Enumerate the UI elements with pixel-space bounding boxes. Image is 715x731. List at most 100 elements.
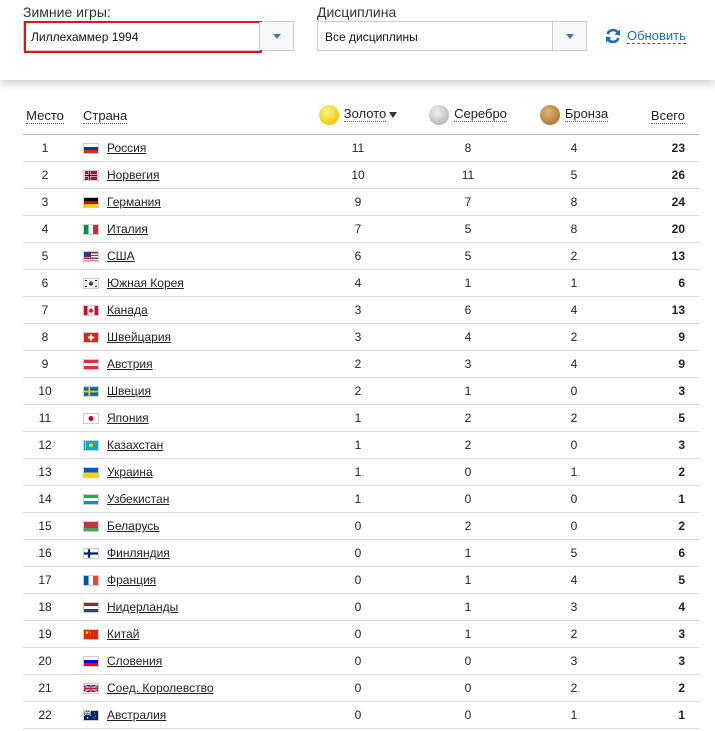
country-link[interactable]: Узбекистан [107, 492, 169, 506]
bronze-cell: 5 [523, 161, 625, 189]
total-cell: 3 [625, 647, 699, 675]
country-link[interactable]: Соед. Королевство [107, 681, 214, 695]
silver-cell: 0 [413, 485, 523, 513]
place-cell: 15 [23, 512, 67, 540]
country-link[interactable]: Швеция [107, 384, 151, 398]
bronze-cell: 8 [523, 188, 625, 216]
gold-cell: 11 [303, 134, 413, 162]
table-row: 7 Канада 3 6 4 13 [23, 296, 699, 324]
chevron-down-icon [566, 34, 574, 39]
country-link[interactable]: Украина [107, 465, 153, 479]
table-row: 6 Южная Корея 4 1 1 6 [23, 269, 699, 297]
flag-switzerland-icon [83, 332, 99, 344]
total-cell: 2 [625, 458, 699, 486]
games-dropdown-button[interactable] [259, 22, 293, 50]
table-row: 9 Австрия 2 3 4 9 [23, 350, 699, 378]
header-place[interactable]: Место [23, 96, 67, 135]
country-cell: Канада [67, 296, 303, 324]
place-cell: 16 [23, 539, 67, 567]
total-cell: 9 [625, 350, 699, 378]
silver-cell: 1 [413, 620, 523, 648]
total-cell: 5 [625, 404, 699, 432]
bronze-cell: 4 [523, 566, 625, 594]
silver-cell: 2 [413, 404, 523, 432]
table-header-row: Место Страна Золото Серебро Бронза Всего [23, 96, 699, 135]
table-row: 3 Германия 9 7 8 24 [23, 188, 699, 216]
total-cell: 5 [625, 566, 699, 594]
total-cell: 4 [625, 593, 699, 621]
refresh-label: Обновить [627, 28, 686, 44]
country-cell: Нидерланды [67, 593, 303, 621]
country-link[interactable]: Канада [107, 303, 148, 317]
country-cell: Норвегия [67, 161, 303, 189]
country-link[interactable]: Франция [107, 573, 156, 587]
header-silver[interactable]: Серебро [413, 96, 523, 135]
silver-cell: 2 [413, 512, 523, 540]
country-link[interactable]: Нидерланды [107, 600, 178, 614]
gold-cell: 0 [303, 593, 413, 621]
discipline-dropdown-button[interactable] [552, 22, 586, 50]
country-link[interactable]: Россия [107, 141, 146, 155]
bronze-cell: 4 [523, 350, 625, 378]
country-cell: Швеция [67, 377, 303, 405]
place-cell: 17 [23, 566, 67, 594]
gold-cell: 0 [303, 701, 413, 729]
country-link[interactable]: Австралия [107, 708, 166, 722]
total-cell: 6 [625, 269, 699, 297]
flag-uzbekistan-icon [83, 494, 99, 506]
country-link[interactable]: Китай [107, 627, 139, 641]
country-cell: Австрия [67, 350, 303, 378]
country-link[interactable]: Беларусь [107, 519, 159, 533]
table-row: 4 Италия 7 5 8 20 [23, 215, 699, 243]
bronze-cell: 5 [523, 539, 625, 567]
table-row: 13 Украина 1 0 1 2 [23, 458, 699, 486]
bronze-cell: 0 [523, 431, 625, 459]
country-link[interactable]: Швейцария [107, 330, 171, 344]
country-cell: Япония [67, 404, 303, 432]
silver-cell: 3 [413, 350, 523, 378]
discipline-select[interactable]: Все дисциплины [317, 21, 587, 51]
total-cell: 13 [625, 296, 699, 324]
gold-cell: 4 [303, 269, 413, 297]
total-cell: 23 [625, 134, 699, 162]
country-link[interactable]: Италия [107, 222, 148, 236]
medal-table: Место Страна Золото Серебро Бронза Всего… [23, 96, 699, 729]
header-total[interactable]: Всего [625, 96, 699, 135]
country-link[interactable]: Казахстан [107, 438, 163, 452]
country-link[interactable]: Словения [107, 654, 162, 668]
games-select[interactable]: Лиллехаммер 1994 [23, 21, 294, 53]
country-link[interactable]: Норвегия [107, 168, 160, 182]
flag-netherlands-icon [83, 602, 99, 614]
gold-cell: 0 [303, 512, 413, 540]
place-cell: 22 [23, 701, 67, 729]
country-cell: Узбекистан [67, 485, 303, 513]
country-cell: Казахстан [67, 431, 303, 459]
place-cell: 10 [23, 377, 67, 405]
header-bronze[interactable]: Бронза [523, 96, 625, 135]
place-cell: 11 [23, 404, 67, 432]
country-cell: Украина [67, 458, 303, 486]
country-link[interactable]: Япония [107, 411, 149, 425]
country-link[interactable]: Южная Корея [107, 276, 184, 290]
gold-cell: 3 [303, 296, 413, 324]
total-cell: 13 [625, 242, 699, 270]
header-gold[interactable]: Золото [303, 96, 413, 135]
country-link[interactable]: Финляндия [107, 546, 170, 560]
flag-sweden-icon [83, 386, 99, 398]
country-link[interactable]: Австрия [107, 357, 153, 371]
table-row: 17 Франция 0 1 4 5 [23, 566, 699, 594]
header-country[interactable]: Страна [67, 96, 303, 135]
gold-cell: 2 [303, 350, 413, 378]
silver-cell: 1 [413, 269, 523, 297]
bronze-cell: 8 [523, 215, 625, 243]
table-row: 14 Узбекистан 1 0 0 1 [23, 485, 699, 513]
country-cell: Беларусь [67, 512, 303, 540]
place-cell: 6 [23, 269, 67, 297]
silver-cell: 5 [413, 215, 523, 243]
country-link[interactable]: США [107, 249, 135, 263]
flag-usa-icon [83, 251, 99, 263]
place-cell: 8 [23, 323, 67, 351]
country-link[interactable]: Германия [107, 195, 161, 209]
place-cell: 21 [23, 674, 67, 702]
table-row: 20 Словения 0 0 3 3 [23, 647, 699, 675]
